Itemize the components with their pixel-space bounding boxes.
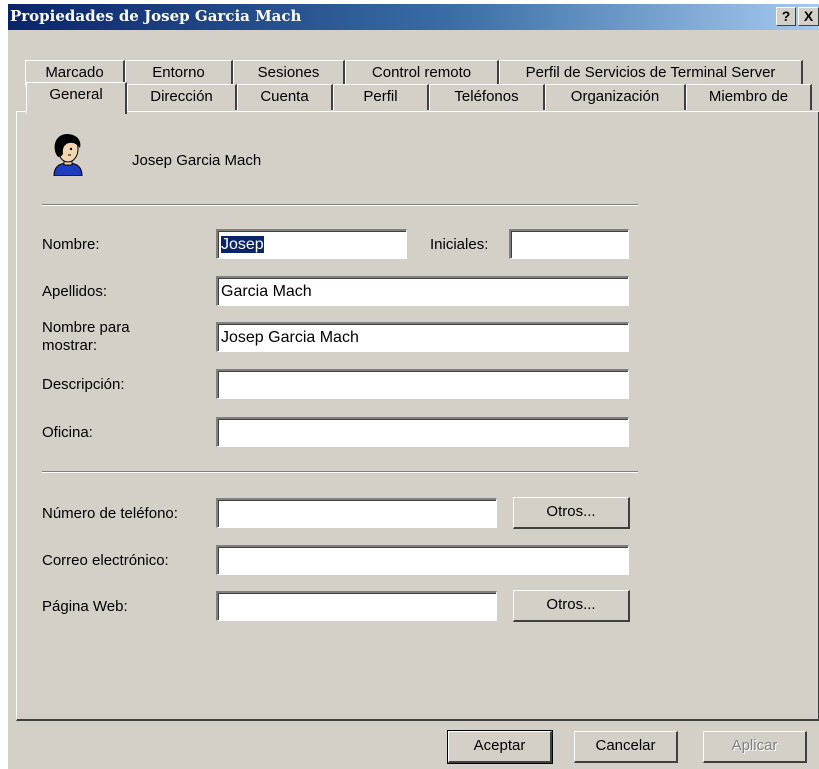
mostrar-label-line1: Nombre para (42, 319, 130, 336)
descripcion-input[interactable] (216, 369, 629, 399)
tab-miembro-de[interactable]: Miembro de (686, 84, 812, 110)
telefono-otros-button[interactable]: Otros... (513, 497, 630, 529)
mostrar-input[interactable]: Josep Garcia Mach (216, 322, 629, 352)
tab-control-remoto[interactable]: Control remoto (345, 60, 499, 86)
tab-sesiones[interactable]: Sesiones (233, 60, 345, 86)
correo-input[interactable] (216, 545, 629, 575)
tab-perfil-terminal-server[interactable]: Perfil de Servicios de Terminal Server (499, 60, 803, 86)
aceptar-button[interactable]: Aceptar (447, 730, 553, 764)
web-input[interactable] (216, 591, 497, 621)
telefono-label: Número de teléfono: (42, 505, 178, 522)
tab-perfil[interactable]: Perfil (333, 84, 429, 110)
web-otros-button[interactable]: Otros... (513, 590, 630, 622)
apellidos-input[interactable]: Garcia Mach (216, 276, 629, 306)
tab-cuenta[interactable]: Cuenta (237, 84, 333, 110)
close-button[interactable]: X (798, 7, 819, 26)
nombre-value: Josep (221, 236, 264, 253)
apellidos-label: Apellidos: (42, 283, 108, 300)
title-bar[interactable]: Propiedades de Josep Garcia Mach ? X (8, 4, 819, 30)
tab-direccion[interactable]: Dirección (127, 84, 237, 110)
telefono-input[interactable] (216, 498, 497, 528)
user-avatar-icon (53, 134, 83, 176)
iniciales-input[interactable] (509, 229, 629, 259)
tab-entorno[interactable]: Entorno (125, 60, 233, 86)
help-button[interactable]: ? (776, 7, 796, 26)
aplicar-label: Aplicar (731, 737, 778, 754)
tab-organizacion[interactable]: Organización (545, 84, 686, 110)
separator (42, 471, 638, 473)
oficina-input[interactable] (216, 417, 629, 447)
tab-telefonos[interactable]: Teléfonos (429, 84, 545, 110)
properties-dialog: Propiedades de Josep Garcia Mach ? X Mar… (8, 4, 819, 769)
separator (42, 204, 638, 206)
nombre-input[interactable]: Josep (216, 229, 407, 259)
aplicar-button[interactable]: Aplicar (703, 731, 807, 763)
window-title: Propiedades de Josep Garcia Mach (10, 7, 302, 25)
general-tab-panel: Josep Garcia Mach Nombre: Josep Iniciale… (16, 111, 819, 721)
nombre-label: Nombre: (42, 236, 100, 253)
descripcion-label: Descripción: (42, 376, 125, 393)
iniciales-label: Iniciales: (430, 236, 489, 253)
oficina-label: Oficina: (42, 424, 93, 441)
web-label: Página Web: (42, 598, 128, 615)
user-display-name: Josep Garcia Mach (132, 152, 262, 169)
cancelar-button[interactable]: Cancelar (574, 731, 678, 763)
correo-label: Correo electrónico: (42, 552, 169, 569)
tab-general[interactable]: General (26, 82, 127, 114)
mostrar-label-line2: mostrar: (42, 337, 98, 354)
